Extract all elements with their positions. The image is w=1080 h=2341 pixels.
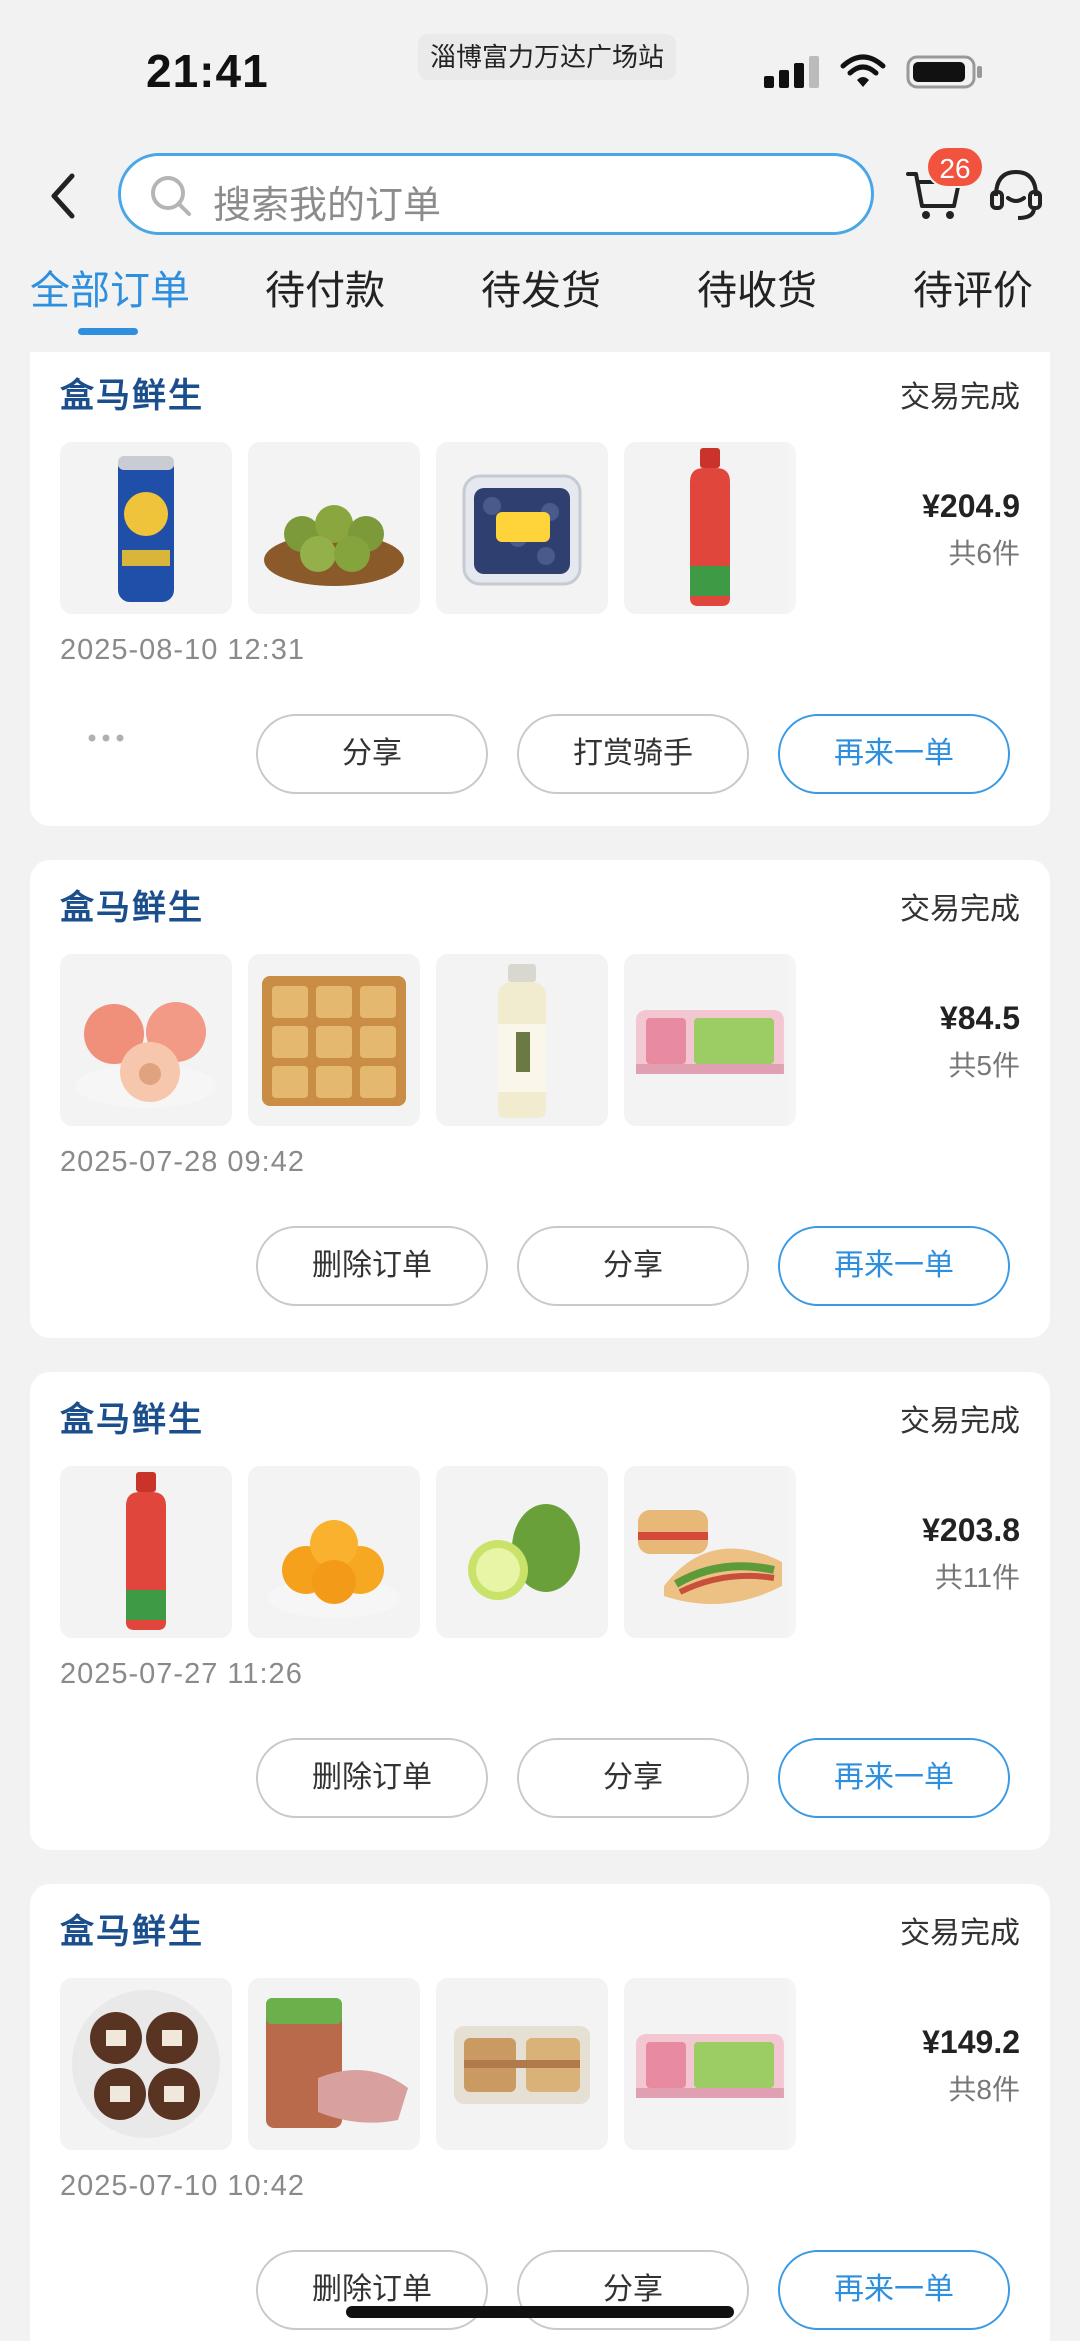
sliced-meat-image [266, 1998, 408, 2128]
share-button[interactable]: 分享 [256, 714, 488, 794]
reorder-button[interactable]: 再来一单 [778, 714, 1010, 794]
product-thumbnail[interactable] [248, 1978, 420, 2150]
product-thumbnail[interactable] [436, 954, 608, 1126]
order-status: 交易完成 [900, 1405, 1020, 1438]
watermelon-juice-image [690, 448, 730, 606]
reorder-button[interactable]: 再来一单 [778, 1738, 1010, 1818]
reorder-button[interactable]: 再来一单 [778, 2250, 1010, 2330]
cake-pack-image [636, 2034, 784, 2098]
order-card[interactable]: 盒马鲜生 交易完成 ¥149.2 共8件 2025-07-10 10:42 删除订单 分享再… [30, 1884, 1050, 2341]
clock: 21:41 [146, 45, 269, 97]
order-card[interactable]: 盒马鲜生 交易完成 ¥84.5 共5件 2025-07-28 09:42 删除订单 分享 再来… [30, 860, 1050, 1338]
item-count: 共8件 [948, 2074, 1020, 2105]
signal-icon [764, 56, 820, 88]
tip-rider-button[interactable]: 打赏骑手 [517, 714, 749, 794]
thumbnail-fade [780, 954, 850, 1126]
search-icon [151, 176, 191, 216]
store-name[interactable]: 盒马鲜生 [60, 368, 204, 417]
product-thumbnail[interactable] [624, 1466, 796, 1638]
tab-pending-receipt[interactable]: 待收货 [697, 258, 817, 316]
limes-image [454, 1504, 590, 1618]
item-count: 共5件 [948, 1050, 1020, 1081]
store-name[interactable]: 盒马鲜生 [60, 1392, 204, 1441]
order-price: ¥84.5 [939, 1000, 1020, 1036]
sandwich-image [638, 1510, 782, 1604]
product-thumbnail[interactable] [436, 1466, 608, 1638]
mooncakes-image [262, 976, 406, 1106]
thumbnail-fade [780, 442, 850, 614]
product-thumbnail[interactable] [60, 1466, 232, 1638]
share-button[interactable]: 分享 [517, 1226, 749, 1306]
blueberries-image [462, 474, 582, 586]
product-thumbnail[interactable] [624, 954, 796, 1126]
tab-pending-shipment[interactable]: 待发货 [481, 258, 601, 316]
product-thumbnail[interactable] [60, 954, 232, 1126]
item-count: 共6件 [948, 538, 1020, 569]
product-thumbnail[interactable] [624, 1978, 796, 2150]
tab-all-orders[interactable]: 全部订单 [30, 258, 190, 316]
battery-icon [906, 55, 982, 89]
order-card[interactable]: 盒马鲜生 交易完成 ¥203.8 共11件 2025-07-27 11:26 删除订单 分享… [30, 1372, 1050, 1850]
beer-can-image [118, 456, 174, 602]
tab-pending-review[interactable]: 待评价 [913, 258, 1033, 316]
orders-list[interactable]: 盒马鲜生 交易完成 ¥204.9 共6件 2025-08-10 12:31 分享 打赏骑手再… [0, 352, 1080, 2341]
cart-badge: 26 [926, 146, 984, 188]
reorder-button[interactable]: 再来一单 [778, 1226, 1010, 1306]
product-thumbnail[interactable] [248, 1466, 420, 1638]
watermelon-juice-image [126, 1472, 166, 1630]
order-price: ¥204.9 [922, 488, 1020, 524]
status-bar: 21:41 淄博富力万达广场站 [0, 0, 1080, 140]
cake-pack-image [636, 1010, 784, 1074]
thumbnail-fade [780, 1978, 850, 2150]
wifi-icon [840, 54, 886, 87]
order-date: 2025-07-28 09:42 [60, 1146, 305, 1178]
order-status: 交易完成 [900, 893, 1020, 926]
status-icons [764, 52, 988, 92]
product-thumbnail[interactable] [624, 442, 796, 614]
delete-order-button[interactable]: 删除订单 [256, 1738, 488, 1818]
home-indicator[interactable] [346, 2306, 734, 2318]
order-status: 交易完成 [900, 1917, 1020, 1950]
order-tabs: 全部订单 待付款 待发货 待收货 待评价 [0, 258, 1080, 338]
more-icon[interactable] [86, 732, 126, 744]
oranges-image [268, 1520, 400, 1618]
active-tab-indicator [78, 328, 138, 335]
tea-bottle-image [498, 964, 546, 1118]
kiwi-image [264, 505, 404, 586]
order-status: 交易完成 [900, 381, 1020, 414]
product-thumbnail[interactable] [248, 442, 420, 614]
thumbnail-fade [780, 1466, 850, 1638]
peaches-image [76, 1002, 216, 1108]
order-date: 2025-08-10 12:31 [60, 634, 305, 666]
order-card[interactable]: 盒马鲜生 交易完成 ¥204.9 共6件 2025-08-10 12:31 分享 打赏骑手再… [30, 352, 1050, 826]
product-thumbnail[interactable] [436, 1978, 608, 2150]
share-button[interactable]: 分享 [517, 1738, 749, 1818]
order-date: 2025-07-10 10:42 [60, 2170, 305, 2202]
sandwich-box-image [454, 2026, 590, 2104]
chocolate-rolls-image [72, 1990, 220, 2138]
header: 搜索我的订单 26 [0, 140, 1080, 250]
product-thumbnail[interactable] [436, 442, 608, 614]
product-thumbnail[interactable] [60, 442, 232, 614]
item-count: 共11件 [934, 1562, 1020, 1593]
back-icon[interactable] [44, 168, 84, 224]
delete-order-button[interactable]: 删除订单 [256, 2250, 488, 2330]
product-thumbnail[interactable] [248, 954, 420, 1126]
search-placeholder: 搜索我的订单 [213, 185, 442, 227]
order-date: 2025-07-27 11:26 [60, 1658, 303, 1690]
store-name[interactable]: 盒马鲜生 [60, 880, 204, 929]
search-input[interactable]: 搜索我的订单 [118, 153, 874, 235]
delete-order-button[interactable]: 删除订单 [256, 1226, 488, 1306]
tab-pending-payment[interactable]: 待付款 [265, 258, 385, 316]
order-price: ¥149.2 [922, 2024, 1020, 2060]
product-thumbnail[interactable] [60, 1978, 232, 2150]
location-pill[interactable]: 淄博富力万达广场站 [418, 34, 677, 80]
store-name[interactable]: 盒马鲜生 [60, 1904, 204, 1953]
customer-service-icon[interactable] [988, 164, 1044, 224]
share-button[interactable]: 分享 [517, 2250, 749, 2330]
order-price: ¥203.8 [922, 1512, 1020, 1548]
